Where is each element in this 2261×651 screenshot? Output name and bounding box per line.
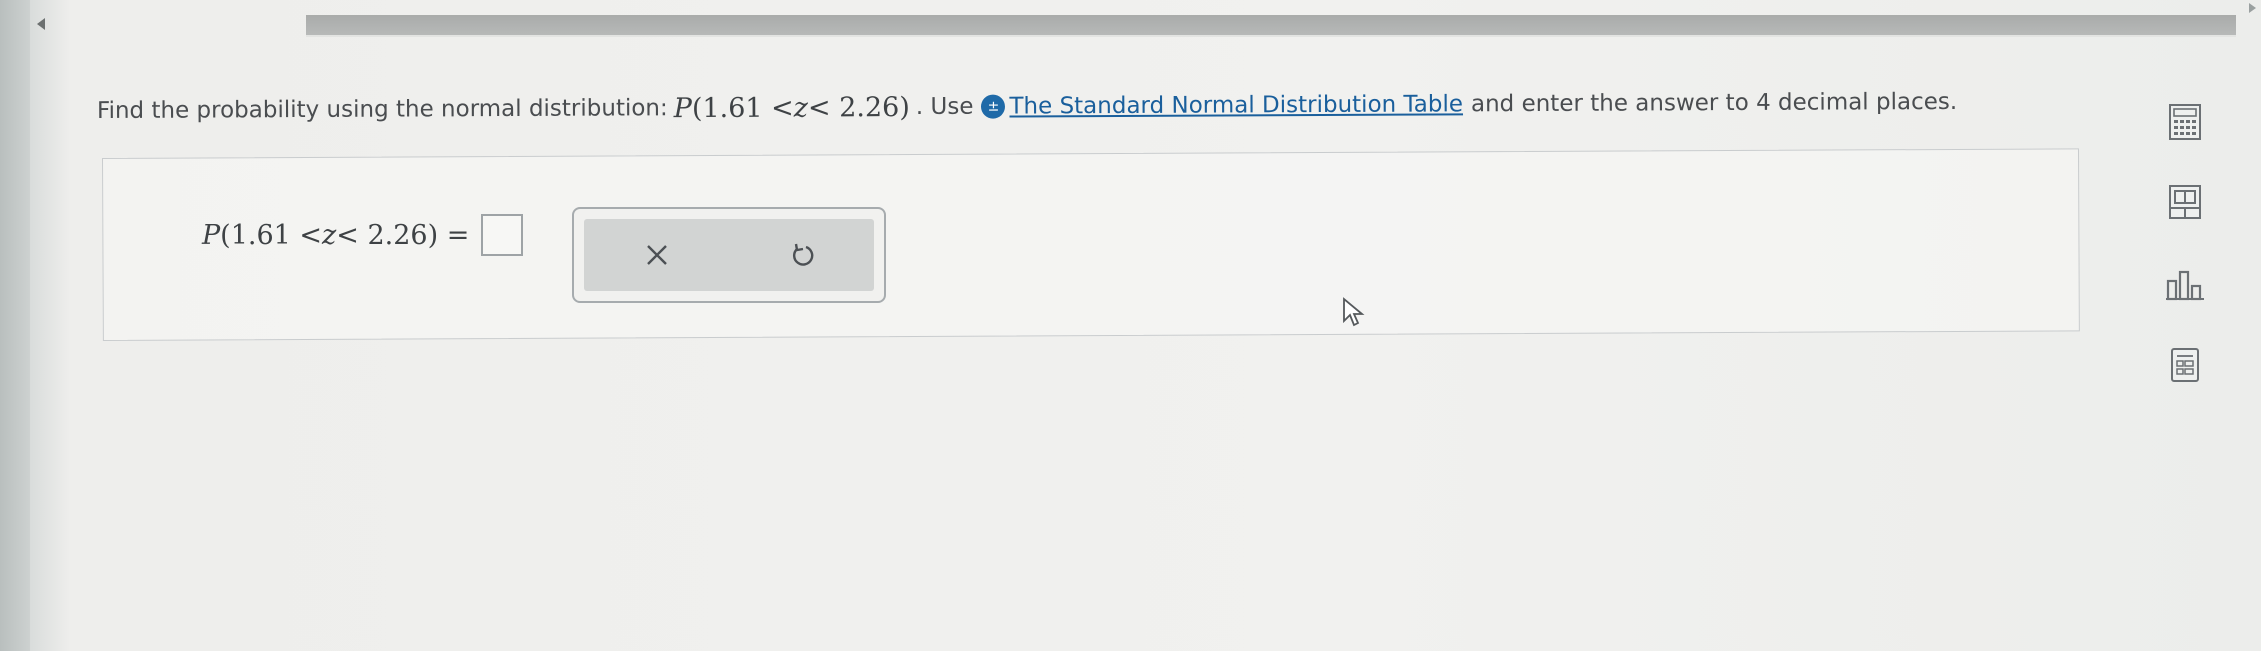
answer-button-group xyxy=(584,219,874,291)
undo-button[interactable] xyxy=(729,219,874,291)
chart-tool[interactable] xyxy=(2160,260,2210,310)
info-icon[interactable]: ± xyxy=(981,94,1006,119)
x-icon xyxy=(646,245,667,265)
question-after-expr: . Use xyxy=(915,93,974,120)
answer-open: (1.61 < xyxy=(220,219,323,251)
clear-button[interactable] xyxy=(584,219,729,291)
formula-sheet-icon xyxy=(2171,348,2199,382)
left-bezel xyxy=(0,0,30,651)
table-tool[interactable] xyxy=(2160,177,2210,227)
expr-close: < 2.26) xyxy=(807,91,910,124)
mouse-cursor-icon xyxy=(1343,297,1365,327)
answer-expression: P (1.61 < z < 2.26) = xyxy=(202,210,524,260)
question-suffix: and enter the answer to 4 decimal places… xyxy=(1470,88,1958,118)
expr-p: P xyxy=(673,92,692,124)
expr-z: z xyxy=(793,92,809,124)
table-icon xyxy=(2169,185,2201,219)
answer-input[interactable] xyxy=(481,214,524,256)
answer-close: < 2.26) = xyxy=(336,219,470,251)
forward-arrow-icon[interactable] xyxy=(2249,3,2256,13)
back-arrow-icon[interactable] xyxy=(37,18,45,30)
horizontal-scrollbar[interactable] xyxy=(306,15,2236,35)
answer-button-panel xyxy=(572,207,886,303)
calculator-icon xyxy=(2169,104,2201,140)
answer-z: z xyxy=(322,219,337,251)
answer-p: P xyxy=(202,219,221,251)
standard-normal-table-link[interactable]: The Standard Normal Distribution Table xyxy=(1009,91,1463,119)
question-expression: P(1.61 <z< 2.26) xyxy=(674,92,910,124)
calculator-tool[interactable] xyxy=(2160,97,2210,147)
undo-icon xyxy=(792,243,813,266)
expr-open: (1.61 < xyxy=(691,92,794,124)
formula-tool[interactable] xyxy=(2160,340,2210,390)
bar-chart-icon xyxy=(2166,270,2204,301)
question-text: Find the probability using the normal di… xyxy=(97,76,2147,136)
question-prefix: Find the probability using the normal di… xyxy=(96,95,668,124)
